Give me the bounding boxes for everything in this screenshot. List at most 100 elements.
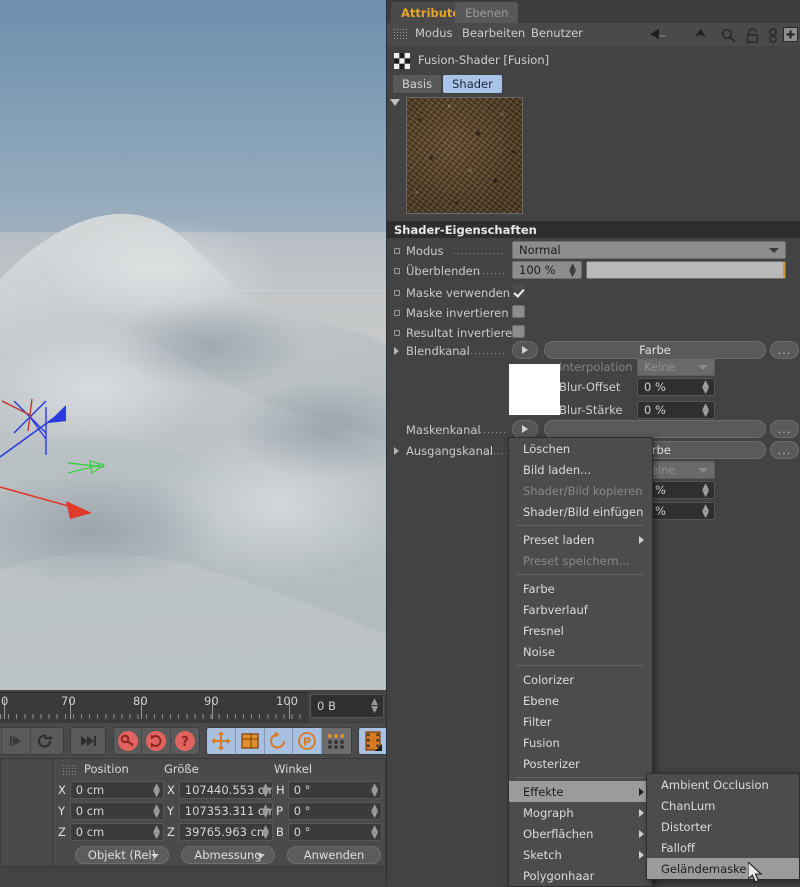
submenu-arrow-icon: [639, 788, 644, 796]
maske-verwenden-bullet-icon[interactable]: [394, 290, 400, 296]
ctx-item-mograph[interactable]: Mograph: [509, 802, 652, 823]
angle-h-field[interactable]: 0 ° ▲ ▼: [287, 780, 382, 799]
submenu-item-distorter[interactable]: Distorter: [647, 816, 799, 837]
link-icon[interactable]: [768, 28, 778, 46]
modus-dropdown[interactable]: Normal: [512, 241, 786, 259]
maskenkanal-options-button[interactable]: ...: [770, 420, 799, 438]
maske-invertieren-checkbox[interactable]: [512, 305, 525, 318]
blur-strength-field[interactable]: 0 % ▲ ▼: [637, 401, 715, 419]
interpolation-dropdown[interactable]: Keine: [637, 358, 715, 376]
timeline-ruler[interactable]: 0 70 80 90 100: [0, 692, 308, 722]
resultat-invertieren-checkbox[interactable]: [512, 325, 525, 338]
autokeying-button[interactable]: [142, 728, 171, 754]
maske-invertieren-bullet-icon[interactable]: [394, 310, 400, 316]
axis-gizmo[interactable]: [0, 395, 180, 545]
resultat-invertieren-bullet-icon[interactable]: [394, 330, 400, 336]
submenu-item-chanlum[interactable]: ChanLum: [647, 795, 799, 816]
ctx-item-preset-laden[interactable]: Preset laden: [509, 529, 652, 550]
time-spinner-icon[interactable]: ▲ ▼: [371, 698, 378, 715]
coord-mode-dropdown[interactable]: Objekt (Rel): [75, 846, 169, 864]
submenu-item-gel-ndemaske[interactable]: Geländemaske: [647, 858, 799, 879]
ctx-item-polygonhaar[interactable]: Polygonhaar: [509, 865, 652, 886]
maske-verwenden-checkbox[interactable]: [512, 285, 525, 298]
lock-icon[interactable]: [746, 27, 759, 46]
ctx-item-shader-bild-einf-gen[interactable]: Shader/Bild einfügen: [509, 501, 652, 522]
maskenkanal-arrow-button[interactable]: [512, 420, 538, 438]
submenu-item-ambient-occlusion[interactable]: Ambient Occlusion: [647, 774, 799, 795]
go-to-end-button[interactable]: [71, 728, 105, 754]
menu-modus[interactable]: Modus: [415, 26, 453, 40]
position-keys-button[interactable]: [207, 728, 236, 754]
size-z-field[interactable]: 39765.963 cm ▲ ▼: [178, 822, 273, 841]
angle-p-field[interactable]: 0 ° ▲ ▼: [287, 801, 382, 820]
scale-keys-button[interactable]: [236, 728, 265, 754]
ctx-item-fresnel[interactable]: Fresnel: [509, 620, 652, 641]
ctx-item-ebene[interactable]: Ebene: [509, 690, 652, 711]
blendkanal-arrow-button[interactable]: [512, 341, 538, 359]
manager-tab-bar: Attribute Ebenen: [387, 0, 800, 23]
blur-offset-field[interactable]: 0 % ▲ ▼: [637, 378, 715, 396]
ctx-item-sketch[interactable]: Sketch: [509, 844, 652, 865]
ausgangskanal-expand-triangle-icon[interactable]: [394, 447, 399, 455]
ausgangskanal-options-button[interactable]: ...: [770, 441, 799, 459]
size-y-field[interactable]: 107353.311 cm ▲ ▼: [178, 801, 273, 820]
position-y-field[interactable]: 0 cm ▲ ▼: [69, 801, 164, 820]
ctx-item-farbe[interactable]: Farbe: [509, 578, 652, 599]
keyframe-selection-button[interactable]: ?: [171, 728, 199, 754]
position-z-field[interactable]: 0 cm ▲ ▼: [69, 822, 164, 841]
size-mode-dropdown[interactable]: Abmessung: [181, 846, 275, 864]
ueberblenden-slider[interactable]: [586, 261, 786, 279]
ctx-item-oberfl-chen[interactable]: Oberflächen: [509, 823, 652, 844]
point-level-animation-button[interactable]: [322, 728, 351, 754]
perspective-viewport[interactable]: [0, 0, 386, 690]
drag-handle-icon[interactable]: [393, 28, 407, 39]
search-icon[interactable]: [721, 28, 736, 46]
ctx-item-fusion[interactable]: Fusion: [509, 732, 652, 753]
record-keyframe-button[interactable]: [114, 728, 143, 754]
ueberblenden-bullet-icon[interactable]: [394, 268, 400, 274]
ctx-item-farbverlauf[interactable]: Farbverlauf: [509, 599, 652, 620]
play-forward-button[interactable]: [2, 728, 31, 754]
blendkanal-color-swatch[interactable]: [509, 364, 560, 415]
property-row-ueberblenden: Überblenden 100 % ▲ ▼: [386, 261, 800, 281]
chevron-down-icon: [698, 468, 708, 473]
shader-context-menu[interactable]: Löschen Bild laden... Shader/Bild kopieren…: [508, 437, 653, 887]
rotation-keys-button[interactable]: [265, 728, 294, 754]
modus-bullet-icon[interactable]: [394, 248, 400, 254]
back-arrow-icon[interactable]: [649, 28, 667, 43]
maskenkanal-channel-button[interactable]: [544, 420, 766, 438]
blendkanal-channel-button[interactable]: Farbe: [544, 341, 766, 359]
ctx-item-colorizer[interactable]: Colorizer: [509, 669, 652, 690]
current-time-field[interactable]: 0 B ▲ ▼: [310, 694, 384, 718]
ctx-item-posterizer[interactable]: Posterizer: [509, 753, 652, 774]
apply-button[interactable]: Anwenden: [287, 846, 381, 864]
ctx-item-noise[interactable]: Noise: [509, 641, 652, 662]
angle-axis-label-p: P: [276, 803, 283, 818]
drag-handle-icon[interactable]: [62, 763, 76, 775]
submenu-item-falloff[interactable]: Falloff: [647, 837, 799, 858]
angle-b-field[interactable]: 0 ° ▲ ▼: [287, 822, 382, 841]
blendkanal-expand-triangle-icon[interactable]: [394, 347, 399, 355]
blendkanal-options-button[interactable]: ...: [770, 341, 799, 359]
shader-preview-thumbnail[interactable]: [406, 97, 523, 214]
ctx-item-effekte[interactable]: Effekte: [509, 781, 652, 802]
subtab-shader[interactable]: Shader: [443, 75, 502, 93]
effekte-submenu[interactable]: Ambient Occlusion ChanLum Distorter Falloff…: [646, 773, 800, 880]
ctx-item-l-schen[interactable]: Löschen: [509, 438, 652, 459]
preview-collapse-arrow[interactable]: [390, 99, 400, 106]
up-arrow-icon[interactable]: [694, 28, 707, 45]
size-x-field[interactable]: 107440.553 cm ▲ ▼: [178, 780, 273, 799]
subtab-basis[interactable]: Basis: [393, 75, 442, 93]
menu-bearbeiten[interactable]: Bearbeiten: [462, 26, 525, 40]
tab-ebenen[interactable]: Ebenen: [455, 2, 519, 23]
ueberblenden-value-field[interactable]: 100 % ▲ ▼: [512, 261, 582, 279]
position-x-field[interactable]: 0 cm ▲ ▼: [69, 780, 164, 799]
ctx-item-filter[interactable]: Filter: [509, 711, 652, 732]
parameter-keys-button[interactable]: P: [293, 728, 323, 754]
plus-icon[interactable]: [783, 27, 798, 45]
menu-item-label: Sketch: [523, 847, 562, 862]
menu-benutzer[interactable]: Benutzer: [531, 26, 583, 40]
ctx-item-bild-laden[interactable]: Bild laden...: [509, 459, 652, 480]
loop-button[interactable]: [31, 728, 60, 754]
animation-mode-button[interactable]: [359, 728, 387, 754]
